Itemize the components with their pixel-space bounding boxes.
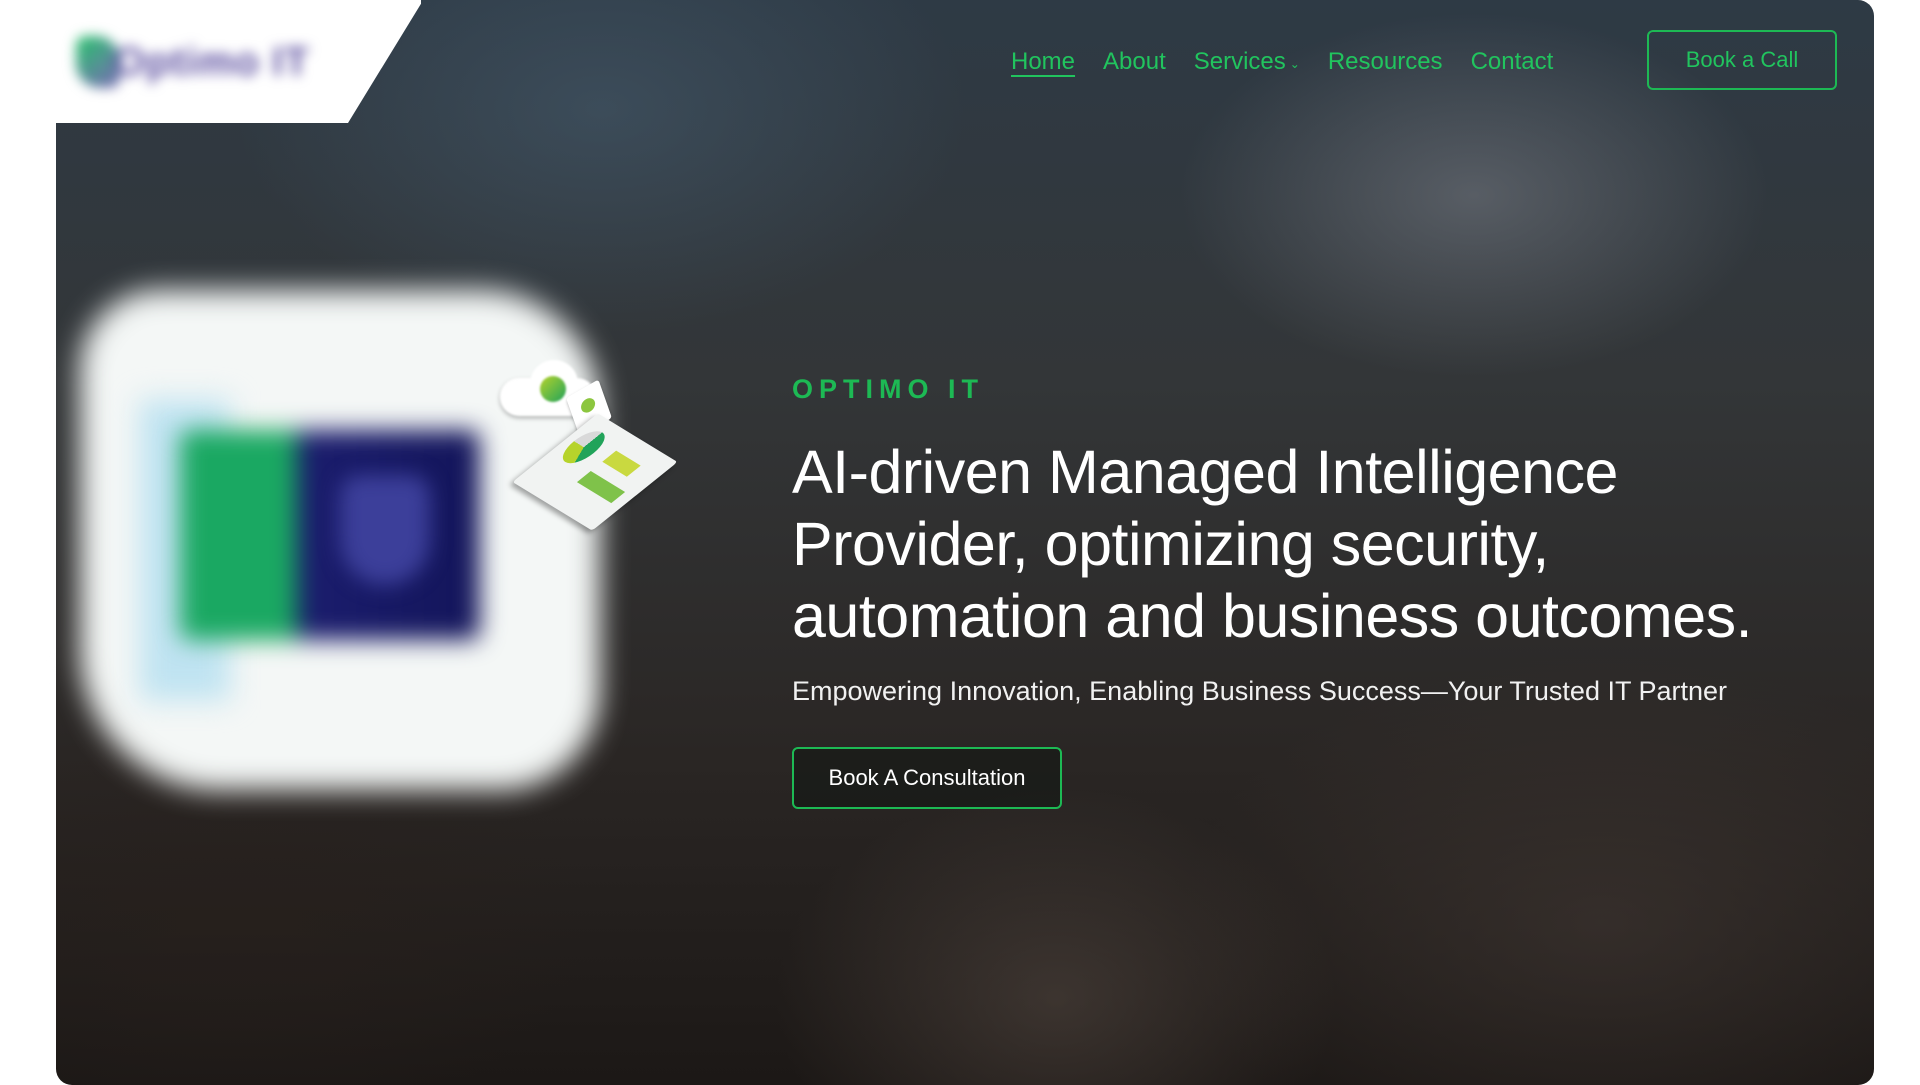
illustration-monitor <box>180 430 480 640</box>
hero-eyebrow: OPTIMO IT <box>792 374 984 404</box>
book-consultation-button[interactable]: Book A Consultation <box>792 747 1062 809</box>
security-dashboard-illustration <box>60 260 678 820</box>
nav-item-label: Services <box>1193 48 1286 75</box>
logo-text: Optimo IT <box>114 40 310 84</box>
nav-item-home[interactable]: Home <box>1011 48 1075 76</box>
shield-icon <box>340 475 430 585</box>
book-a-call-button[interactable]: Book a Call <box>1647 30 1837 90</box>
nav-item-about[interactable]: About <box>1103 48 1166 76</box>
nav-item-contact[interactable]: Contact <box>1471 48 1554 76</box>
nav-item-label: Home <box>1011 48 1076 75</box>
chevron-down-icon: ⌄ <box>1289 57 1300 71</box>
main-nav: Home About Services ⌄ Resources Contact <box>1011 44 1581 80</box>
hero-headline: AI-driven Managed Intelligence Provider,… <box>792 438 1753 650</box>
nav-item-label: Resources <box>1327 48 1443 75</box>
nav-item-label: About <box>1103 48 1166 75</box>
nav-item-resources[interactable]: Resources <box>1328 48 1443 76</box>
nav-item-label: Contact <box>1470 48 1554 75</box>
nav-item-services[interactable]: Services ⌄ <box>1194 48 1300 76</box>
site-logo[interactable]: Optimo IT <box>76 32 309 92</box>
hero-subheadline: Empowering Innovation, Enabling Business… <box>792 676 1728 706</box>
